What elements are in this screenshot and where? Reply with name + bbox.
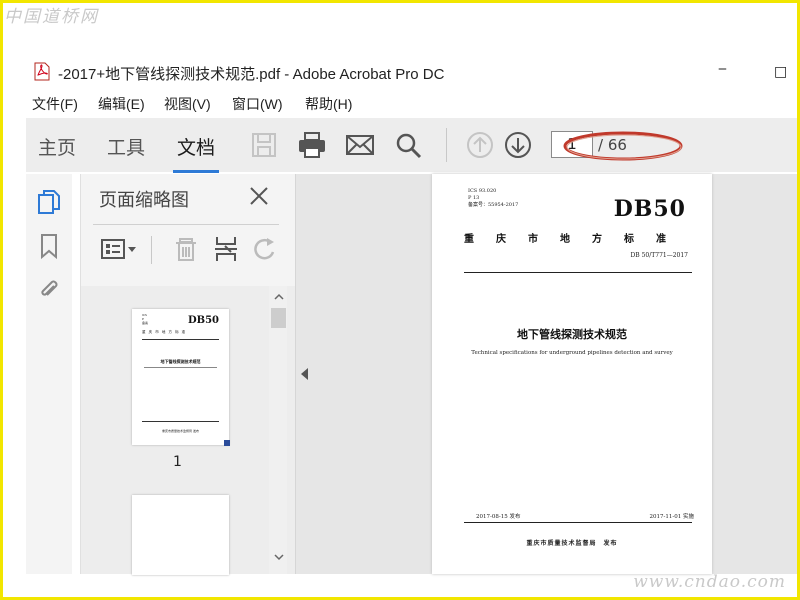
scroll-up-icon[interactable] [273,292,285,302]
watermark-bottom: www.cndao.com [633,572,786,592]
doc-issuer: 重庆市质量技术监督局 发布 [526,540,618,547]
doc-standard-code: DB 50/T771—2017 [630,252,688,259]
menu-window[interactable]: 窗口(W) [232,94,283,114]
thumbnail-toolbar-divider [151,236,152,264]
panel-divider [93,224,279,225]
thumbnail-issuer: 重庆市质量技术监督局 发布 [162,429,199,433]
attachment-icon[interactable] [37,276,61,304]
doc-p-code: P 13 [468,195,480,201]
document-page: ICS 93.020 P 13 备案号：55954-2017 DB50 重庆市地… [432,174,712,574]
menu-edit[interactable]: 编辑(E) [98,94,145,114]
thumbnail-scrollbar[interactable] [269,286,287,574]
thumbnail-panel: 页面缩略图 ICS P 备案 DB50 重 庆 市 地 方 标 准 地下管线探测… [80,174,296,575]
menu-view[interactable]: 视图(V) [164,94,211,114]
window-title: -2017+地下管线探测技术规范.pdf - Adobe Acrobat Pro… [58,66,445,83]
thumbnail-options-icon[interactable] [99,234,139,264]
page-up-icon[interactable] [464,129,496,161]
maximize-button[interactable]: □ [774,64,787,80]
thumbnail-org: 重 庆 市 地 方 标 准 [142,330,187,334]
search-icon[interactable] [392,129,424,161]
menu-file[interactable]: 文件(F) [32,94,78,114]
menu-bar: 文件(F) 编辑(E) 视图(V) 窗口(W) 帮助(H) [0,92,800,114]
menu-help[interactable]: 帮助(H) [305,94,352,114]
title-bar: -2017+地下管线探测技术规范.pdf - Adobe Acrobat Pro… [0,58,800,86]
doc-implement-date: 2017-11-01 实施 [649,514,694,520]
thumbnail-toolbar [93,232,283,268]
page-thumbnail-1[interactable]: ICS P 备案 DB50 重 庆 市 地 方 标 准 地下管线探测技术规范 重庆市… [132,309,230,446]
thumbnail-page-label: 1 [173,454,182,470]
navigation-rail [26,174,72,574]
rotate-page-icon[interactable] [249,234,279,264]
delete-page-icon[interactable] [171,234,201,264]
doc-title: 地下管线探测技术规范 [517,328,627,341]
tab-home[interactable]: 主页 [38,133,76,160]
scrollbar-thumb[interactable] [271,308,286,328]
doc-top-rule [464,272,692,273]
tab-tools[interactable]: 工具 [107,133,145,160]
close-icon[interactable] [249,186,269,206]
red-highlight-circle [563,131,683,161]
doc-ics: ICS 93.020 [468,188,497,194]
thumbnail-header: DB50 [187,315,219,326]
watermark-top: 中国道桥网 [4,7,99,27]
thumbnail-panel-title: 页面缩略图 [99,190,189,211]
email-icon[interactable] [344,129,376,161]
tab-document[interactable]: 文档 [172,133,220,173]
print-icon[interactable] [296,129,328,161]
toolbar: 主页 工具 文档 1 / 66 [26,118,800,173]
doc-record: 备案号：55954-2017 [468,202,519,208]
minimize-button[interactable]: ‒ [718,61,727,77]
thumbnail-title: 地下管线探测技术规范 [160,359,201,364]
toolbar-divider [446,128,447,162]
page-down-icon[interactable] [502,129,534,161]
doc-org: 重庆市地方标准 [464,234,688,245]
thumbnail-selection-marker [224,440,230,446]
pdf-file-icon [34,62,50,81]
doc-publish-date: 2017-08-15 发布 [476,514,521,520]
bookmark-icon[interactable] [37,232,61,260]
doc-header: DB50 [613,196,686,222]
scroll-down-icon[interactable] [273,552,285,562]
save-icon[interactable] [248,129,280,161]
extract-page-icon[interactable] [211,234,241,264]
page-thumbnail-2[interactable] [132,495,229,575]
doc-bottom-rule [464,522,692,523]
doc-subtitle: Technical specifications for underground… [471,350,673,356]
collapse-panel-icon[interactable] [300,367,310,381]
page-thumbnails-icon[interactable] [37,188,61,216]
